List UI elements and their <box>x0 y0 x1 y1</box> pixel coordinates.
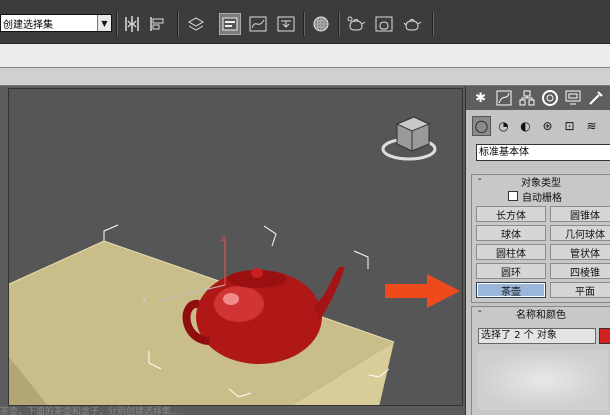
autogrid-checkbox[interactable] <box>508 191 518 201</box>
main-toolbar: 创建选择集 ▼ <box>0 0 610 44</box>
toolbar-separator <box>303 12 305 36</box>
object-type-buttons: 长方体 圆锥体 球体 几何球体 圆柱体 管状体 圆环 四棱锥 茶壶 平面 <box>472 204 610 302</box>
create-tab-icon[interactable]: ✱ <box>470 88 491 108</box>
autogrid-label: 自动栅格 <box>522 192 562 204</box>
toolbar-separator <box>177 12 179 36</box>
geometry-icon[interactable]: ◯ <box>472 116 491 136</box>
name-and-color-title: 名称和颜色 <box>516 310 566 321</box>
toolbar-separator <box>338 12 340 36</box>
bottom-caption: 茶壶，下面的茶壶和盒子，分别创建选择集... <box>0 407 180 415</box>
viewcube-icon <box>381 116 437 161</box>
command-panel: ✱ ◯ ◔ ◐ ⊛ ⊡ ≋ 标准基本体 - 对象类型 自动栅格 长方体 圆锥体 … <box>465 86 610 415</box>
object-name-field[interactable]: 选择了 2 个 对象 <box>478 328 596 344</box>
align-icon[interactable] <box>147 13 169 35</box>
motion-tab-icon[interactable] <box>540 88 561 108</box>
layer-manager-icon[interactable] <box>185 13 207 35</box>
named-selection-set-dropdown[interactable]: 创建选择集 ▼ <box>0 14 112 32</box>
collapse-icon: - <box>478 306 482 317</box>
render-icon[interactable] <box>401 13 423 35</box>
chevron-down-icon[interactable]: ▼ <box>97 15 111 31</box>
blurred-region <box>478 350 608 410</box>
cylinder-button[interactable]: 圆柱体 <box>476 244 546 260</box>
display-tab-icon[interactable] <box>563 88 584 108</box>
viewport-label-bar <box>0 68 610 86</box>
object-type-rollout-header[interactable]: - 对象类型 <box>472 174 610 189</box>
scene-explorer-icon[interactable] <box>219 13 241 35</box>
toolbar-separator <box>432 12 434 36</box>
arrow-annotation-icon <box>385 274 460 308</box>
modify-tab-icon[interactable] <box>493 88 514 108</box>
mirror-icon[interactable] <box>121 13 143 35</box>
autogrid-checkbox-row[interactable]: 自动栅格 <box>472 188 610 204</box>
primitive-category-dropdown[interactable]: 标准基本体 <box>476 144 610 161</box>
schematic-view-icon[interactable] <box>275 13 297 35</box>
object-color-swatch[interactable] <box>599 328 610 344</box>
shapes-icon[interactable]: ◔ <box>494 116 513 136</box>
curve-editor-icon[interactable] <box>247 13 269 35</box>
sphere-button[interactable]: 球体 <box>476 225 546 241</box>
command-panel-tabs: ✱ <box>466 86 610 110</box>
ribbon-area <box>0 44 610 68</box>
toolbar-separator <box>116 12 118 36</box>
tube-button[interactable]: 管状体 <box>550 244 610 260</box>
y-axis-label: y <box>142 294 148 304</box>
collapse-icon: - <box>478 174 482 185</box>
cameras-icon[interactable]: ⊛ <box>538 116 557 136</box>
cone-button[interactable]: 圆锥体 <box>550 206 610 222</box>
plane-button[interactable]: 平面 <box>550 282 610 298</box>
helpers-icon[interactable]: ⊡ <box>560 116 579 136</box>
space-warps-icon[interactable]: ≋ <box>582 116 601 136</box>
z-axis-label: z <box>221 234 226 244</box>
create-subtabs: ◯ ◔ ◐ ⊛ ⊡ ≋ <box>472 116 610 138</box>
geosphere-button[interactable]: 几何球体 <box>550 225 610 241</box>
perspective-viewport[interactable]: z y <box>8 88 463 406</box>
lights-icon[interactable]: ◐ <box>516 116 535 136</box>
object-type-rollout: - 对象类型 自动栅格 长方体 圆锥体 球体 几何球体 圆柱体 管状体 圆环 四… <box>471 174 610 303</box>
rendered-frame-icon[interactable] <box>373 13 395 35</box>
hierarchy-tab-icon[interactable] <box>516 88 537 108</box>
utilities-tab-icon[interactable] <box>586 88 607 108</box>
selection-set-value: 创建选择集 <box>3 19 53 31</box>
pyramid-button[interactable]: 四棱锥 <box>550 263 610 279</box>
torus-button[interactable]: 圆环 <box>476 263 546 279</box>
teapot-button[interactable]: 茶壶 <box>476 282 546 298</box>
material-editor-icon[interactable] <box>310 13 332 35</box>
render-setup-icon[interactable] <box>345 13 367 35</box>
box-button[interactable]: 长方体 <box>476 206 546 222</box>
object-type-title: 对象类型 <box>521 178 561 189</box>
name-and-color-rollout-header[interactable]: - 名称和颜色 <box>472 306 610 321</box>
